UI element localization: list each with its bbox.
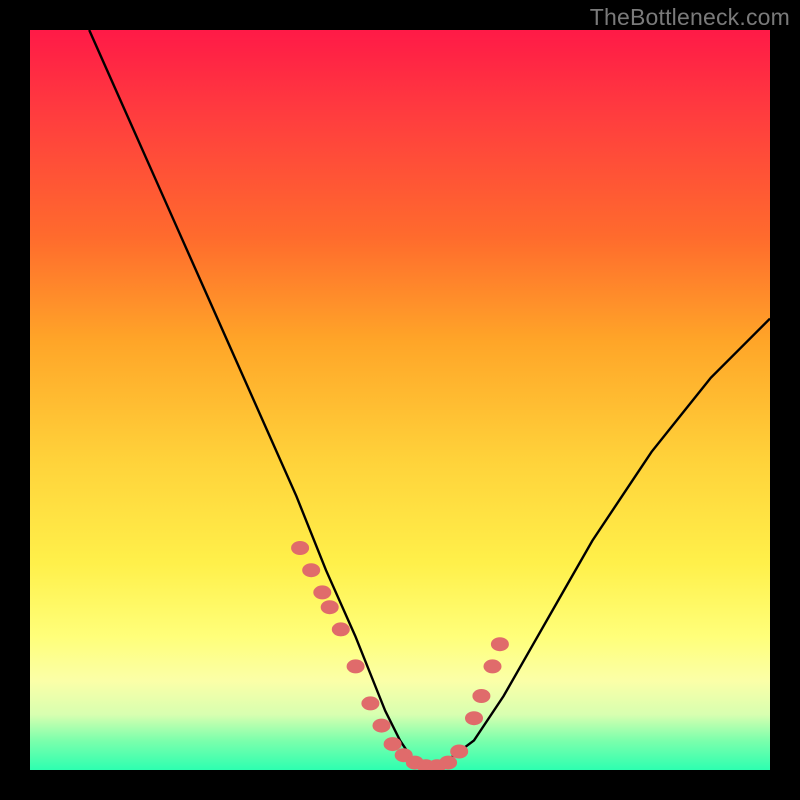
watermark-text: TheBottleneck.com <box>590 4 790 31</box>
chart-svg <box>30 30 770 770</box>
highlight-dot <box>384 737 402 751</box>
highlight-dot <box>291 541 309 555</box>
chart-frame: TheBottleneck.com <box>0 0 800 800</box>
highlight-dot <box>465 711 483 725</box>
bottleneck-curve <box>89 30 770 770</box>
highlight-dot <box>361 696 379 710</box>
highlight-dot <box>347 659 365 673</box>
highlight-dot <box>332 622 350 636</box>
highlight-dot <box>321 600 339 614</box>
highlight-dot <box>313 585 331 599</box>
highlight-dot <box>373 719 391 733</box>
highlight-dot <box>484 659 502 673</box>
highlight-dot <box>302 563 320 577</box>
plot-area <box>30 30 770 770</box>
highlight-dot <box>450 745 468 759</box>
highlight-dot <box>491 637 509 651</box>
highlight-dot <box>472 689 490 703</box>
highlight-dot <box>439 756 457 770</box>
